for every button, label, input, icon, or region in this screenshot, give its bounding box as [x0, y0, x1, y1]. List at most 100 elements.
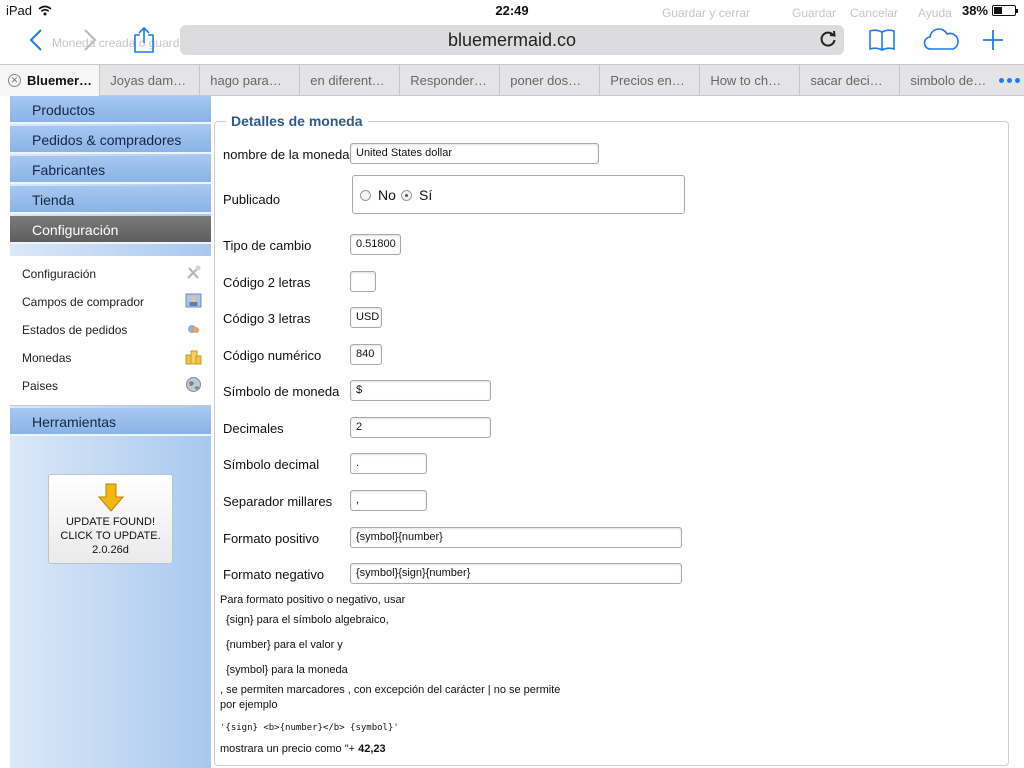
close-tab-icon[interactable]: ✕: [8, 74, 21, 87]
update-line-1: UPDATE FOUND!: [65, 516, 156, 528]
tab-en-diferent[interactable]: en diferent…: [300, 65, 401, 96]
tab-bluemermaid[interactable]: ✕ Bluemer…: [0, 65, 101, 96]
cloud-icon: [923, 28, 959, 50]
chevron-left-icon: [29, 29, 42, 51]
positive-format-input[interactable]: {symbol}{number}: [350, 527, 682, 548]
back-button[interactable]: [20, 24, 52, 56]
share-button[interactable]: [128, 24, 160, 56]
submenu-label: Paises: [22, 379, 59, 393]
tab-label: Joyas dam…: [110, 73, 187, 88]
published-radio-group: No Sí: [352, 175, 685, 214]
new-tab-button[interactable]: [977, 24, 1009, 56]
help-result-value: 42,23: [358, 743, 386, 755]
numeric-code-input[interactable]: 840: [350, 344, 382, 365]
submenu-item-configuracion[interactable]: Configuración: [10, 262, 211, 286]
tab-label: sacar deci…: [810, 73, 883, 88]
symbol-input[interactable]: $: [350, 380, 491, 401]
icloud-tabs-button[interactable]: [920, 24, 962, 56]
menu-tienda[interactable]: Tienda: [10, 186, 211, 214]
tab-label: simbolo de…: [910, 73, 987, 88]
help-line-6: por ejemplo: [220, 699, 278, 711]
help-result-prefix: mostrara un precio como "+: [220, 743, 359, 755]
tab-bar: ✕ Bluemer… Joyas dam… hago para… en dife…: [0, 64, 1024, 96]
menu-herramientas[interactable]: Herramientas: [10, 408, 211, 436]
published-no-radio[interactable]: [360, 190, 371, 201]
globe-icon: [186, 377, 201, 392]
code2-input[interactable]: [350, 271, 376, 292]
submenu-label: Monedas: [22, 351, 72, 365]
tools-icon: [187, 265, 201, 279]
panel-legend: Detalles de moneda: [226, 113, 368, 129]
menu-fabricantes[interactable]: Fabricantes: [10, 156, 211, 184]
ghost-action-1: Guardar y cerrar: [662, 6, 751, 20]
published-label: Publicado: [223, 192, 281, 207]
tab-label: hago para…: [210, 73, 282, 88]
update-line-2: CLICK TO UPDATE.: [60, 530, 161, 542]
ghost-action-3: Cancelar: [850, 6, 899, 20]
rate-label: Tipo de cambio: [223, 238, 312, 253]
help-example: '{sign} <b>{number}</b> {symbol}': [220, 723, 399, 733]
submenu-item-estados[interactable]: Estados de pedidos: [10, 318, 211, 342]
tab-joyas[interactable]: Joyas dam…: [100, 65, 201, 96]
book-icon: [869, 29, 895, 51]
submenu-label: Campos de comprador: [22, 295, 145, 309]
tab-sacar-deci[interactable]: sacar deci…: [800, 65, 901, 96]
submenu-label: Estados de pedidos: [22, 323, 128, 337]
submenu: Configuración Campos de comprador Estado…: [10, 256, 211, 406]
rate-input[interactable]: 0.51800: [350, 234, 401, 255]
ghost-action-2: Guardar: [792, 6, 837, 20]
share-icon: [134, 26, 154, 53]
plus-icon: [983, 30, 1003, 50]
tab-label: Precios en…: [610, 73, 685, 88]
code3-input[interactable]: USD: [350, 307, 382, 328]
code3-label: Código 3 letras: [223, 311, 311, 326]
update-button[interactable]: UPDATE FOUND! CLICK TO UPDATE. 2.0.26d: [48, 474, 173, 564]
bookmarks-button[interactable]: [866, 24, 898, 56]
help-line-5: , se permiten marcadores , con excepción…: [220, 684, 561, 696]
browser-toolbar: Moneda creada o guardado Guardar y cerra…: [0, 6, 1024, 64]
forward-button[interactable]: [74, 24, 106, 56]
menu-pedidos[interactable]: Pedidos & compradores: [10, 126, 211, 154]
address-bar[interactable]: bluemermaid.co: [180, 25, 844, 55]
download-arrow-icon: [97, 483, 125, 512]
menu-productos[interactable]: Productos: [10, 96, 211, 124]
negative-format-input[interactable]: {symbol}{sign}{number}: [350, 563, 682, 584]
help-line-2: {sign} para el símbolo algebraico,: [226, 614, 389, 626]
status-icon: [188, 325, 199, 333]
published-yes-label: Sí: [419, 187, 433, 203]
submenu-label: Configuración: [22, 267, 97, 281]
battery-percent: 38%: [961, 3, 988, 18]
ghost-action-4: Ayuda: [918, 6, 952, 20]
more-tabs-icon[interactable]: [994, 65, 1024, 95]
symbol-label: Símbolo de moneda: [223, 384, 340, 399]
tab-poner-dos[interactable]: poner dos…: [500, 65, 601, 96]
thousands-input[interactable]: ,: [350, 490, 427, 511]
negative-format-label: Formato negativo: [223, 567, 325, 582]
submenu-item-paises[interactable]: Paises: [10, 374, 211, 398]
tab-label: Bluemer…: [27, 73, 93, 88]
tab-hago[interactable]: hago para…: [200, 65, 301, 96]
tab-label: poner dos…: [510, 73, 582, 88]
tab-label: en diferent…: [310, 73, 385, 88]
decimal-symbol-label: Símbolo decimal: [223, 457, 320, 472]
url-text: bluemermaid.co: [447, 30, 577, 50]
thousands-label: Separador millares: [223, 494, 333, 509]
name-input[interactable]: United States dollar: [350, 143, 599, 164]
tab-how-to[interactable]: How to ch…: [700, 65, 801, 96]
tab-simbolo[interactable]: simbolo de…: [900, 65, 994, 96]
published-yes-radio[interactable]: [401, 190, 412, 201]
decimals-label: Decimales: [223, 421, 284, 436]
update-version: 2.0.26d: [92, 544, 129, 556]
battery-icon: [992, 5, 1018, 16]
decimals-input[interactable]: 2: [350, 417, 491, 438]
submenu-item-campos[interactable]: Campos de comprador: [10, 290, 211, 314]
help-result: mostrara un precio como "+ 42,23: [220, 743, 386, 755]
numeric-code-label: Código numérico: [223, 348, 322, 363]
published-no-label: No: [378, 187, 396, 203]
decimal-symbol-input[interactable]: .: [350, 453, 427, 474]
tab-responder[interactable]: Responder…: [400, 65, 501, 96]
menu-configuracion[interactable]: Configuración: [10, 216, 211, 244]
submenu-item-monedas[interactable]: Monedas: [10, 346, 211, 370]
tab-precios[interactable]: Precios en…: [600, 65, 701, 96]
reload-icon[interactable]: [818, 29, 838, 49]
